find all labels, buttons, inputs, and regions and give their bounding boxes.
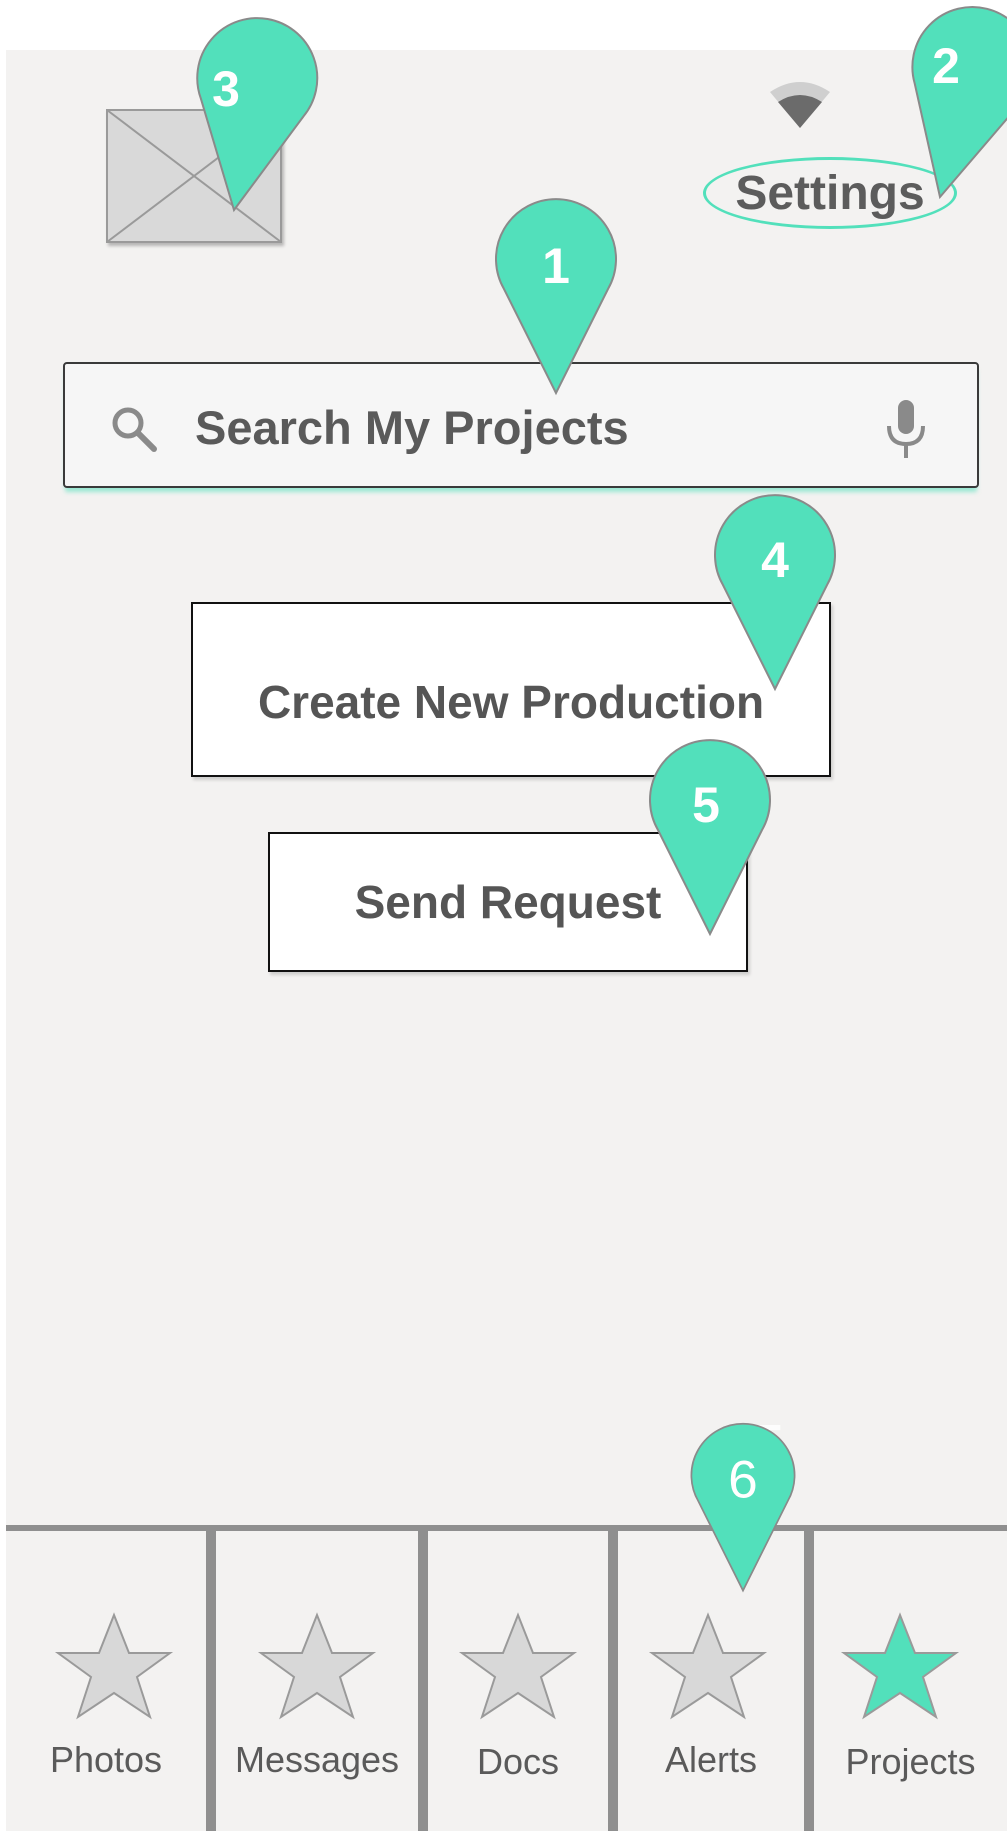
annotation-number: 6 <box>728 1450 758 1510</box>
star-icon <box>458 1612 578 1720</box>
microphone-icon[interactable] <box>883 398 929 462</box>
star-icon <box>54 1612 174 1720</box>
wifi-icon <box>770 78 830 130</box>
annotation-number: 3 <box>212 61 240 117</box>
annotation-pin-4: 4 <box>713 493 837 703</box>
bottom-tab-bar: Photos Messages Docs Alerts Projects <box>6 1525 1007 1831</box>
tab-label-messages: Messages <box>234 1739 400 1780</box>
tab-label-alerts: Alerts <box>664 1739 758 1780</box>
tab-label-photos: Photos <box>49 1739 163 1780</box>
tab-messages[interactable]: Messages <box>216 1531 418 1831</box>
tab-divider <box>608 1531 618 1831</box>
search-icon <box>109 404 159 454</box>
annotation-pin-1: 1 <box>494 197 618 407</box>
star-icon <box>648 1612 768 1720</box>
tab-divider <box>804 1531 814 1831</box>
annotation-pin-6: 6 <box>690 1422 797 1603</box>
tab-projects[interactable]: Projects <box>814 1531 1007 1831</box>
tab-divider <box>206 1531 216 1831</box>
star-icon <box>257 1612 377 1720</box>
tab-photos[interactable]: Photos <box>6 1531 206 1831</box>
annotation-number: 2 <box>932 38 960 94</box>
tab-docs[interactable]: Docs <box>428 1531 608 1831</box>
tab-label-projects: Projects <box>845 1741 976 1782</box>
star-icon <box>840 1612 960 1720</box>
tab-label-docs: Docs <box>476 1741 560 1782</box>
annotation-pin-2: 2 <box>878 1 1007 211</box>
tab-divider <box>418 1531 428 1831</box>
annotation-number: 1 <box>542 238 570 294</box>
annotation-pin-3: 3 <box>172 14 319 224</box>
annotation-pin-5: 5 <box>648 738 772 948</box>
annotation-number: 5 <box>692 777 720 833</box>
annotation-number: 4 <box>761 532 789 588</box>
